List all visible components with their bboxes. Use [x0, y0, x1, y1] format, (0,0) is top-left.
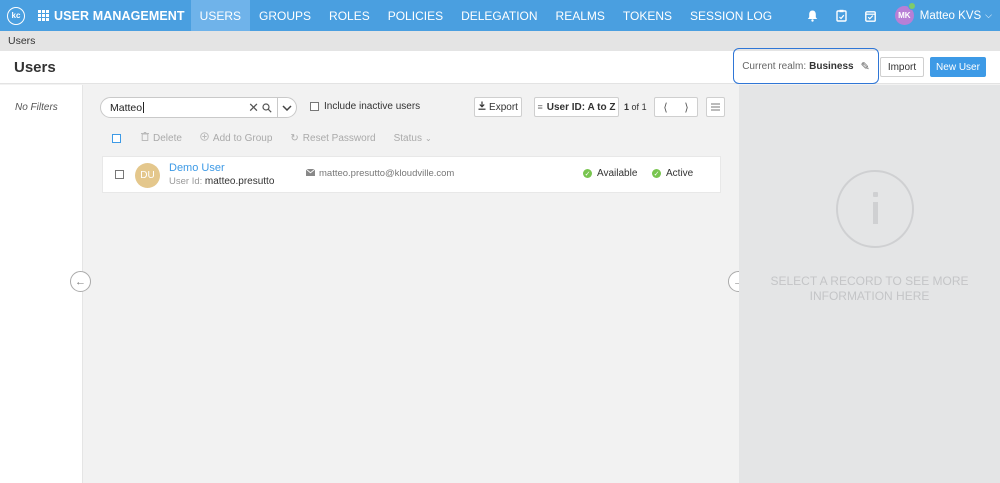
status-action[interactable]: Status ⌄ [394, 133, 432, 144]
availability-label: Available [597, 168, 638, 179]
calendar-check-icon[interactable] [859, 10, 883, 22]
include-inactive-checkbox[interactable] [310, 102, 319, 111]
availability-status: ✓ Available [583, 168, 637, 179]
nav-tab-policies[interactable]: POLICIES [379, 0, 452, 31]
check-circle-icon: ✓ [583, 169, 592, 178]
reset-password-action[interactable]: ↻ Reset Password [290, 133, 375, 144]
grid-menu-icon [38, 10, 49, 21]
top-nav: kc USER MANAGEMENT USERS GROUPS ROLES PO… [0, 0, 1000, 31]
prev-page-icon[interactable]: ⟨ [663, 101, 667, 114]
reset-password-label: Reset Password [302, 132, 376, 144]
app-logo[interactable]: kc [7, 6, 25, 25]
nav-tab-tokens[interactable]: TOKENS [614, 0, 681, 31]
user-avatar-du: DU [135, 163, 160, 188]
logo-text: kc [11, 11, 21, 20]
detail-panel: SELECT A RECORD TO SEE MORE INFORMATION … [739, 85, 1000, 483]
include-inactive-toggle[interactable]: Include inactive users [310, 101, 420, 112]
nav-tab-roles[interactable]: ROLES [320, 0, 379, 31]
nav-right: MK Matteo KVS ⌵ [796, 0, 1000, 31]
user-email: matteo.presutto@kloudville.com [305, 168, 455, 179]
online-badge-icon [907, 2, 916, 10]
user-id: User Id: matteo.presutto [169, 176, 274, 187]
user-display-name[interactable]: Demo User [169, 162, 225, 174]
export-label: Export [489, 101, 518, 113]
chevron-down-icon[interactable]: ⌵ [985, 10, 992, 21]
row-checkbox[interactable] [115, 170, 124, 179]
page-of-text: of [631, 102, 640, 112]
sort-label: User ID: A to Z [546, 101, 616, 113]
realm-value: Business [809, 60, 854, 72]
app-title[interactable]: USER MANAGEMENT [38, 9, 185, 23]
page-title: Users [14, 59, 56, 76]
add-to-group-label: Add to Group [212, 132, 273, 144]
active-label: Active [666, 168, 694, 179]
nav-tab-groups[interactable]: GROUPS [250, 0, 320, 31]
list-view-button[interactable] [706, 97, 725, 117]
search-input[interactable]: Matteo [110, 102, 248, 114]
page-current: 1 [624, 102, 630, 112]
trash-icon [141, 132, 149, 144]
pagination-info: 1 of 1 [624, 102, 647, 112]
check-circle-icon: ✓ [652, 169, 661, 178]
app-title-label: USER MANAGEMENT [54, 8, 185, 23]
clipboard-icon[interactable] [830, 9, 854, 22]
user-initials: MK [898, 11, 911, 20]
import-button[interactable]: Import [880, 57, 924, 77]
envelope-icon [305, 168, 316, 179]
search-field[interactable]: Matteo ✕ [100, 97, 297, 118]
clear-search-icon[interactable]: ✕ [248, 100, 259, 116]
sort-lines-icon: ≡ [537, 102, 543, 112]
sort-selector[interactable]: ≡ User ID: A to Z [534, 97, 619, 117]
download-icon [478, 101, 486, 113]
user-menu-name[interactable]: Matteo KVS [920, 10, 981, 22]
search-icon[interactable] [262, 102, 272, 113]
reset-icon: ↻ [290, 132, 299, 144]
delete-action[interactable]: Delete [141, 132, 182, 144]
search-options-chevron-icon[interactable] [277, 98, 296, 117]
realm-label: Current realm: [742, 60, 807, 72]
no-filters-text: No Filters [15, 102, 58, 113]
text-cursor [143, 102, 145, 114]
user-email-value: matteo.presutto@kloudville.com [319, 168, 455, 179]
nav-tab-realms[interactable]: REALMS [547, 0, 614, 31]
list-icon [711, 103, 720, 111]
users-list-panel: Matteo ✕ Include inactive users Export ≡… [70, 85, 749, 483]
next-page-icon[interactable]: ⟩ [684, 101, 688, 114]
plus-circle-icon [200, 132, 209, 144]
user-id-label: User Id: [169, 176, 203, 187]
chevron-down-icon: ⌄ [424, 133, 432, 143]
nav-tab-users[interactable]: USERS [190, 0, 251, 31]
current-realm-selector[interactable]: Current realm: Business ✎ [733, 48, 879, 84]
nav-tab-delegation[interactable]: DELEGATION [452, 0, 546, 31]
select-all-checkbox[interactable] [112, 133, 121, 143]
new-user-button[interactable]: New User [930, 57, 986, 77]
page-total: 1 [641, 102, 647, 112]
status-label: Status [393, 132, 422, 144]
delete-label: Delete [153, 132, 182, 144]
search-value: Matteo [110, 101, 143, 114]
bulk-actions-bar: Delete Add to Group ↻ Reset Password Sta… [112, 132, 450, 144]
pagination-controls: ⟨ ⟩ [654, 97, 698, 117]
export-button[interactable]: Export [474, 97, 522, 117]
detail-placeholder-text: SELECT A RECORD TO SEE MORE INFORMATION … [770, 274, 969, 303]
active-status: ✓ Active [652, 168, 693, 179]
bell-icon[interactable] [801, 10, 825, 22]
user-row[interactable]: DU Demo User User Id: matteo.presutto ma… [102, 156, 721, 193]
include-inactive-label: Include inactive users [324, 101, 421, 112]
collapse-left-arrow-icon[interactable]: ← [70, 271, 91, 292]
edit-pencil-icon[interactable]: ✎ [861, 60, 870, 73]
info-icon [836, 170, 914, 248]
add-to-group-action[interactable]: Add to Group [200, 132, 272, 144]
user-id-value: matteo.presutto [204, 176, 275, 187]
nav-tabs: USERS GROUPS ROLES POLICIES DELEGATION R… [190, 0, 781, 31]
nav-tab-session-log[interactable]: SESSION LOG [681, 0, 781, 31]
user-avatar[interactable]: MK [894, 2, 916, 25]
page-header: Users Current realm: Business ✎ Import N… [0, 48, 1000, 84]
